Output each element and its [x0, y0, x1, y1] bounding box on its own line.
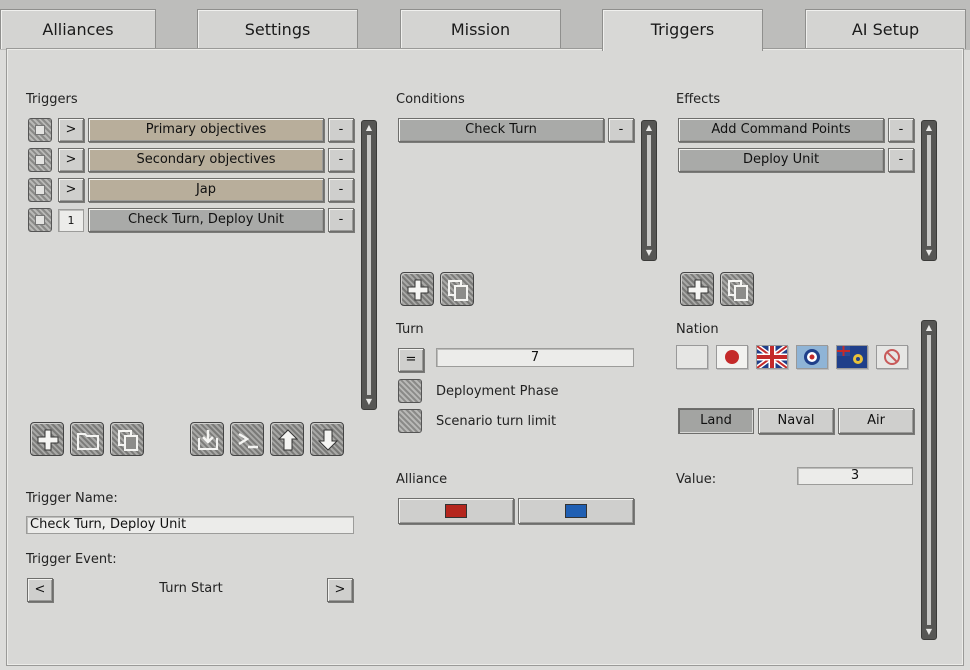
domain-land-button[interactable]: Land	[678, 408, 754, 434]
effect-settings-scrollbar[interactable]: ▲ ▼	[921, 320, 937, 640]
alliance-red-swatch	[445, 504, 467, 518]
move-trigger-up-button[interactable]	[270, 422, 304, 456]
script-trigger-button[interactable]	[230, 422, 264, 456]
import-icon	[198, 430, 218, 450]
scenario-turn-limit-checkbox[interactable]	[398, 409, 422, 433]
copy-icon	[118, 430, 138, 451]
import-trigger-button[interactable]	[190, 422, 224, 456]
terminal-icon	[238, 432, 258, 449]
turn-operator-button[interactable]: =	[398, 348, 424, 372]
plus-icon	[687, 279, 709, 301]
triggers-heading: Triggers	[26, 92, 78, 107]
trigger-remove-button[interactable]: -	[328, 208, 354, 232]
trigger-event-value: Turn Start	[159, 581, 223, 596]
trigger-row[interactable]: Secondary objectives	[88, 148, 324, 172]
alliance-red-button[interactable]	[398, 498, 514, 524]
trigger-event-label: Trigger Event:	[26, 552, 117, 567]
plus-icon	[407, 279, 429, 301]
conditions-scrollbar[interactable]: ▲ ▼	[641, 120, 657, 261]
copy-icon	[448, 280, 468, 301]
arrow-up-icon	[277, 429, 299, 451]
tab-mission[interactable]: Mission	[400, 9, 561, 49]
trigger-expand-button[interactable]: >	[58, 118, 84, 142]
domain-air-button[interactable]: Air	[838, 408, 914, 434]
trigger-remove-button[interactable]: -	[328, 118, 354, 142]
arrow-down-icon	[317, 429, 339, 451]
trigger-expand-button[interactable]: >	[58, 178, 84, 202]
alliance-blue-swatch	[565, 504, 587, 518]
trigger-row[interactable]: Jap	[88, 178, 324, 202]
effect-row[interactable]: Deploy Unit	[678, 148, 884, 172]
trigger-checkbox[interactable]	[28, 148, 52, 172]
uk-flag-icon[interactable]	[756, 345, 788, 369]
value-input[interactable]: 3	[797, 467, 913, 485]
none-flag-icon[interactable]	[876, 345, 908, 369]
value-label: Value:	[676, 472, 717, 487]
add-trigger-button[interactable]	[30, 422, 64, 456]
trigger-name-input[interactable]: Check Turn, Deploy Unit	[26, 516, 354, 534]
trigger-event-prev-button[interactable]: <	[27, 578, 53, 602]
effects-heading: Effects	[676, 92, 721, 107]
japan-flag-icon[interactable]	[716, 345, 748, 369]
plus-icon	[37, 429, 59, 451]
copy-condition-button[interactable]	[440, 272, 474, 306]
domain-naval-button[interactable]: Naval	[758, 408, 834, 434]
copy-trigger-button[interactable]	[110, 422, 144, 456]
condition-remove-button[interactable]: -	[608, 118, 634, 142]
effect-row[interactable]: Add Command Points	[678, 118, 884, 142]
new-zealand-flag-icon[interactable]	[836, 345, 868, 369]
copy-icon	[728, 280, 748, 301]
effects-scrollbar[interactable]: ▲ ▼	[921, 120, 937, 261]
add-folder-button[interactable]	[70, 422, 104, 456]
trigger-row-selected[interactable]: Check Turn, Deploy Unit	[88, 208, 324, 232]
condition-row[interactable]: Check Turn	[398, 118, 604, 142]
tab-ai-setup[interactable]: AI Setup	[805, 9, 966, 49]
turn-heading: Turn	[396, 322, 424, 337]
deployment-phase-checkbox[interactable]	[398, 379, 422, 403]
turn-value-input[interactable]: 7	[436, 348, 634, 367]
folder-icon	[77, 433, 99, 450]
trigger-checkbox[interactable]	[28, 208, 52, 232]
trigger-event-next-button[interactable]: >	[327, 578, 353, 602]
trigger-expand-button[interactable]: >	[58, 148, 84, 172]
blank-flag-icon[interactable]	[676, 345, 708, 369]
effect-remove-button[interactable]: -	[888, 118, 914, 142]
alliance-heading: Alliance	[396, 472, 448, 487]
add-effect-button[interactable]	[680, 272, 714, 306]
trigger-checkbox[interactable]	[28, 118, 52, 142]
trigger-remove-button[interactable]: -	[328, 148, 354, 172]
copy-effect-button[interactable]	[720, 272, 754, 306]
effect-remove-button[interactable]: -	[888, 148, 914, 172]
move-trigger-down-button[interactable]	[310, 422, 344, 456]
scenario-turn-limit-label: Scenario turn limit	[436, 414, 557, 429]
tab-alliances[interactable]: Alliances	[0, 9, 156, 49]
add-condition-button[interactable]	[400, 272, 434, 306]
trigger-list-scrollbar[interactable]: ▲ ▼	[361, 120, 377, 410]
trigger-row[interactable]: Primary objectives	[88, 118, 324, 142]
trigger-checkbox[interactable]	[28, 178, 52, 202]
raf-roundel-flag-icon[interactable]	[796, 345, 828, 369]
deployment-phase-label: Deployment Phase	[436, 384, 559, 399]
alliance-blue-button[interactable]	[518, 498, 634, 524]
trigger-name-label: Trigger Name:	[26, 491, 118, 506]
trigger-index: 1	[58, 209, 84, 232]
trigger-remove-button[interactable]: -	[328, 178, 354, 202]
tab-triggers[interactable]: Triggers	[602, 9, 763, 51]
nation-heading: Nation	[676, 322, 719, 337]
conditions-heading: Conditions	[396, 92, 465, 107]
tab-settings[interactable]: Settings	[197, 9, 358, 49]
